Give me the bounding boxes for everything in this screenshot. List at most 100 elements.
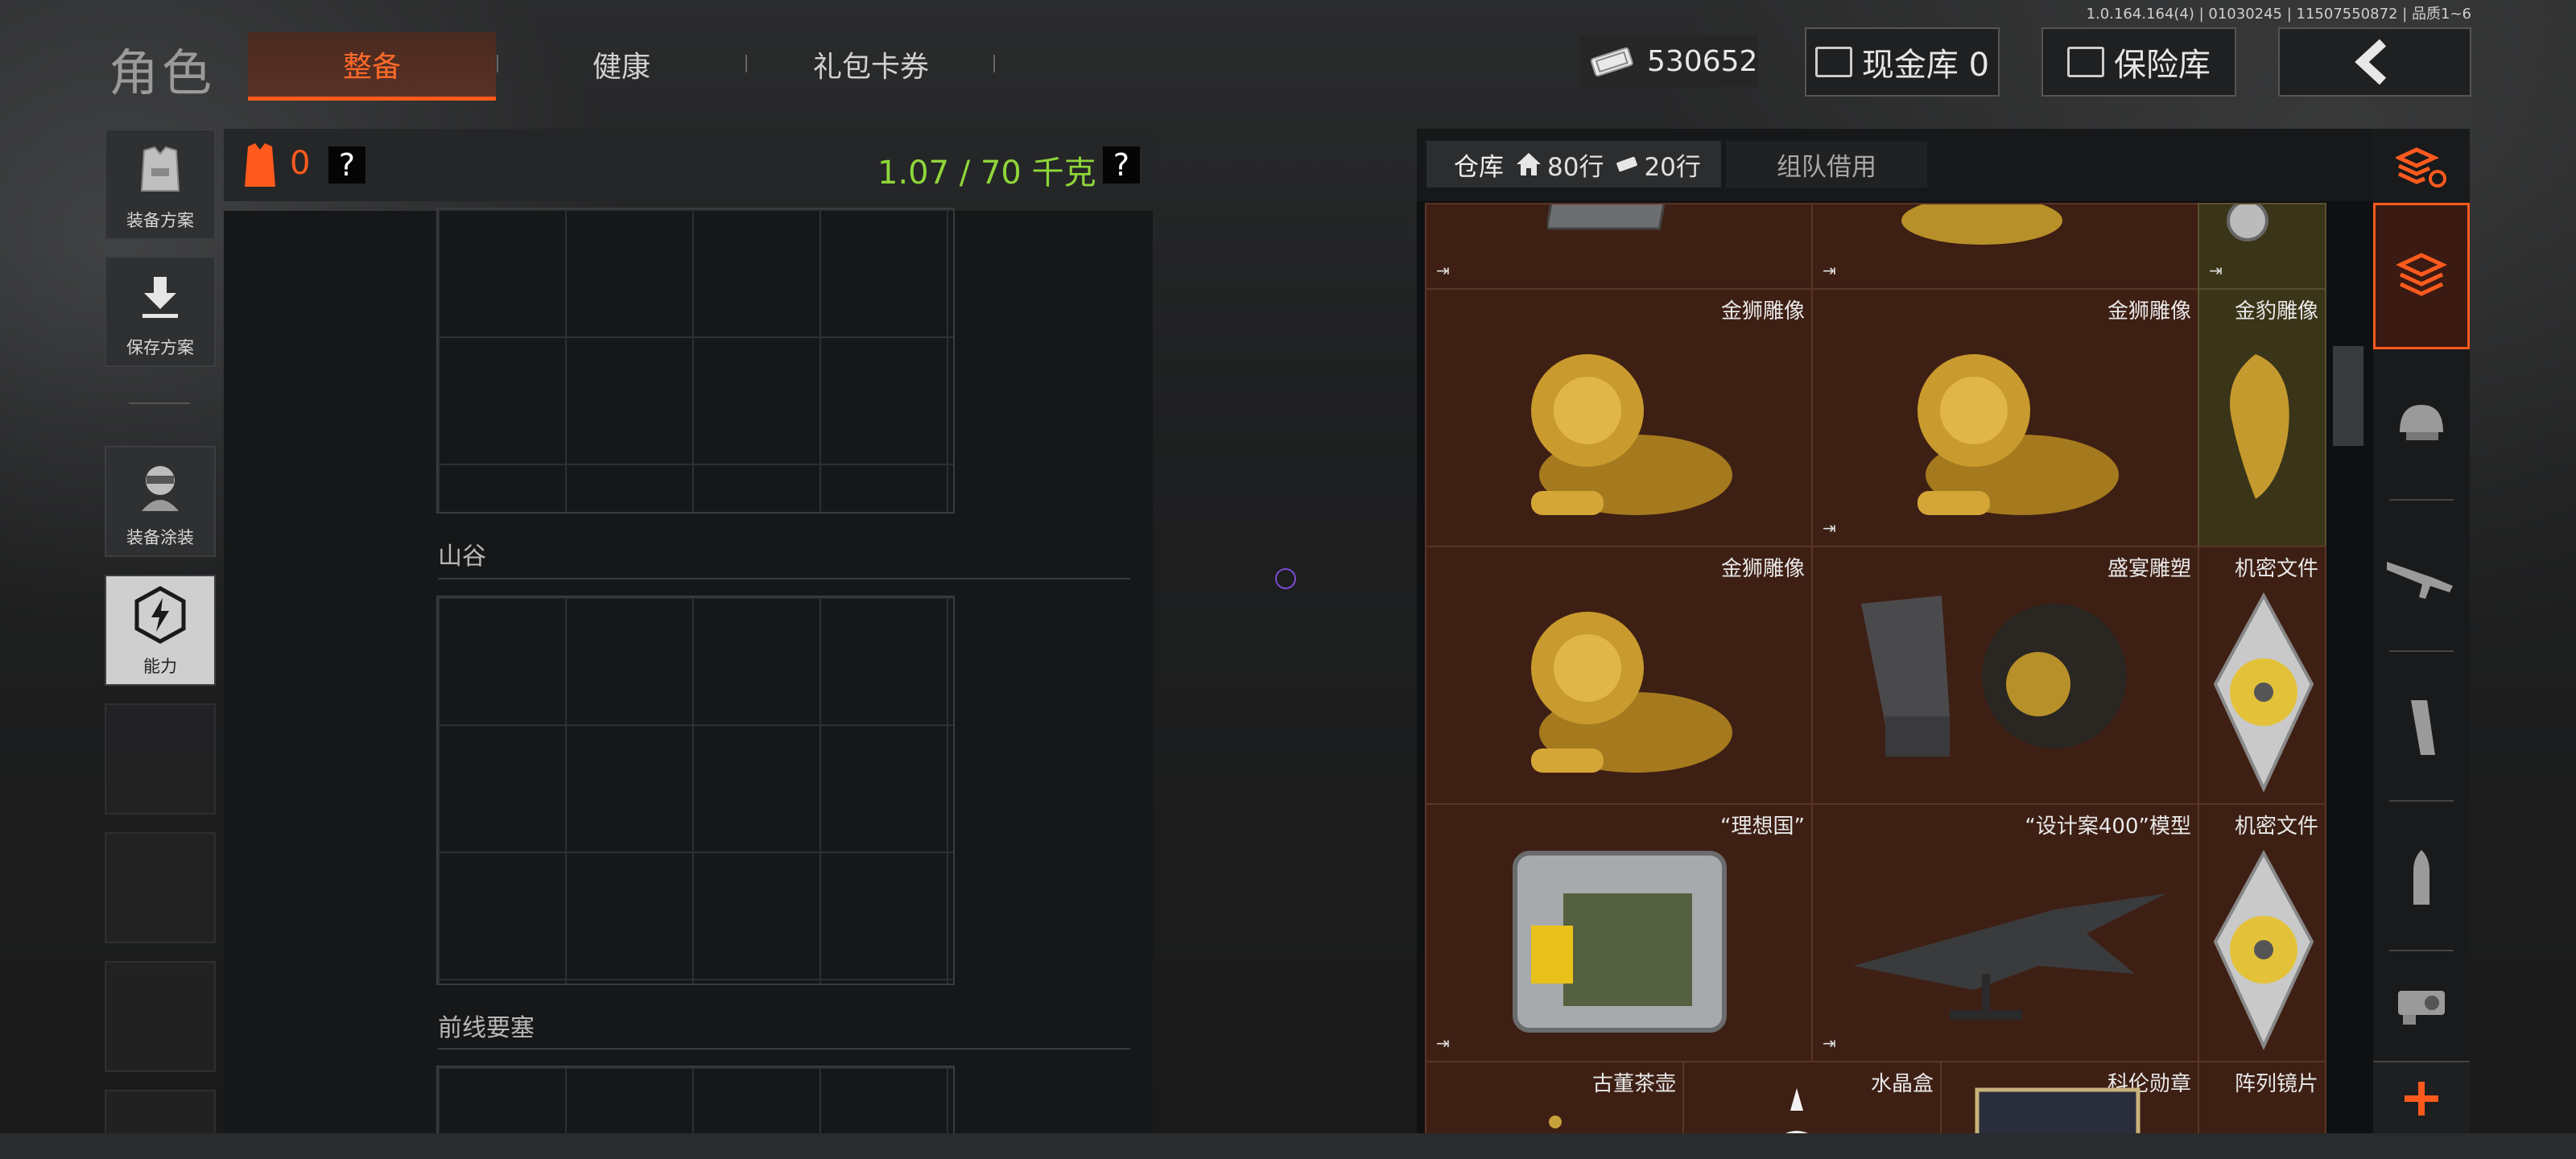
page-title: 角色 <box>109 43 216 102</box>
loadout-body: 山谷 前线要塞 <box>224 208 1153 1148</box>
item-cell[interactable]: ⇥ <box>1425 203 1813 290</box>
item-name: “设计案400”模型 <box>2025 815 2191 839</box>
section-title: 前线要塞 <box>438 1014 535 1042</box>
item-cell[interactable]: ⇥ <box>2198 203 2326 290</box>
exit-icon: ⇥ <box>1823 518 1836 538</box>
ammo-icon <box>2413 850 2429 905</box>
sidebar-item-loadout-plan[interactable]: 装备方案 <box>105 129 216 240</box>
tab-warehouse[interactable]: 仓库 80行 20行 <box>1426 141 1721 188</box>
item-cell[interactable]: “理想国” ⇥ <box>1425 803 1813 1062</box>
sidebar-empty-slot <box>105 1090 216 1136</box>
sidebar-item-save-plan[interactable]: 保存方案 <box>105 256 216 367</box>
item-cell[interactable]: 金狮雕像 <box>1425 546 1813 805</box>
scope-icon <box>2398 991 2445 1025</box>
item-name: “理想国” <box>1720 815 1805 839</box>
section-title: 山谷 <box>438 542 486 571</box>
category-ammo[interactable] <box>2373 806 2470 948</box>
safe-vault-button[interactable]: 保险库 <box>2041 27 2236 97</box>
item-name: 机密文件 <box>2234 815 2318 839</box>
category-helmet[interactable] <box>2373 354 2470 491</box>
gold-lion-icon <box>1531 612 1732 773</box>
item-name: 阵列镜片 <box>2234 1072 2318 1096</box>
feast-sculpture-icon <box>1861 596 2127 757</box>
item-cell[interactable]: 金狮雕像 <box>1425 288 1813 547</box>
tab-label: 礼包卡券 <box>812 51 929 84</box>
warehouse-grid[interactable]: ⇥ ⇥ ⇥ 金狮雕像 金狮雕像 ⇥ 金豹雕像 金狮雕像 盛宴雕塑 机密文件 “理… <box>1425 203 2326 1135</box>
item-cell[interactable]: 阵列镜片 <box>2198 1061 2326 1135</box>
bottom-bar <box>0 1133 2576 1159</box>
item-cell[interactable]: 古董茶壶 <box>1425 1061 1684 1135</box>
item-name: 古董茶壶 <box>1591 1072 1676 1096</box>
sidebar-item-label: 能力 <box>143 657 177 676</box>
category-separator <box>2389 499 2454 501</box>
category-magazine[interactable] <box>2373 657 2470 798</box>
tab-team-borrow[interactable]: 组队借用 <box>1726 141 1927 188</box>
back-button[interactable] <box>2278 27 2471 97</box>
exit-icon: ⇥ <box>1823 261 1836 280</box>
weight-help-button[interactable]: ? <box>1103 146 1140 184</box>
item-name: 机密文件 <box>2234 557 2318 581</box>
weight-value: 1.07 / 70 千克 <box>877 155 1096 192</box>
tab-health[interactable]: 健康 <box>497 32 745 97</box>
item-name: 水晶盒 <box>1870 1072 1934 1096</box>
home-rows: 80行 <box>1547 152 1604 182</box>
sidebar-item-label: 保存方案 <box>126 338 194 357</box>
exit-icon: ⇥ <box>1436 1033 1450 1053</box>
category-rifle[interactable] <box>2373 505 2470 650</box>
rifle-icon <box>2387 562 2453 599</box>
armor-count: 0 <box>290 145 311 182</box>
item-cell[interactable]: 盛宴雕塑 <box>1811 546 2199 805</box>
ability-icon <box>130 576 190 654</box>
gold-lion-icon <box>1531 354 1732 515</box>
tab-label: 整备 <box>342 51 401 84</box>
armor-vest-icon <box>245 143 275 187</box>
exit-icon: ⇥ <box>1436 261 1450 280</box>
gold-leopard-icon <box>2230 354 2289 499</box>
category-separator <box>2389 800 2454 802</box>
crosshair-icon <box>1275 568 1296 589</box>
item-cell[interactable]: 金豹雕像 <box>2198 288 2326 547</box>
item-cell[interactable]: 水晶盒 <box>1682 1061 1942 1135</box>
section-divider <box>438 578 1130 580</box>
stack-refresh-icon[interactable] <box>2373 134 2470 201</box>
vest-icon <box>132 130 188 208</box>
add-category-button[interactable] <box>2373 1061 2470 1135</box>
cash-vault-button[interactable]: 现金库 0 <box>1805 27 2000 97</box>
home-icon <box>1517 153 1541 175</box>
warehouse-scrollbar[interactable] <box>2333 346 2363 446</box>
item-cell[interactable]: 科伦勋章 <box>1940 1061 2199 1135</box>
teapot-icon <box>1549 1116 1562 1128</box>
item-cell[interactable]: 机密文件 <box>2198 803 2326 1062</box>
money-value: 530652 <box>1647 44 1758 78</box>
medal-case-icon <box>1975 1087 2140 1135</box>
sidebar-item-ability[interactable]: 能力 <box>105 575 216 686</box>
sidebar-empty-slot <box>105 832 216 943</box>
sidebar-item-label: 装备涂装 <box>126 528 194 547</box>
loadout-header: 0 ? 1.07 / 70 千克 ? <box>224 129 1153 201</box>
item-cell[interactable]: ⇥ <box>1811 203 2199 290</box>
container-grid[interactable] <box>436 208 955 514</box>
tab-gift-cards[interactable]: 礼包卡券 <box>747 32 995 97</box>
confidential-file-icon <box>2213 849 2314 1050</box>
chevron-left-icon <box>2355 39 2387 85</box>
category-all[interactable] <box>2373 203 2470 349</box>
item-name: 盛宴雕塑 <box>2107 557 2191 581</box>
category-scope[interactable] <box>2373 956 2470 1051</box>
tab-loadout[interactable]: 整备 <box>248 32 496 101</box>
item-cell[interactable]: “设计案400”模型 ⇥ <box>1811 803 2199 1062</box>
magazine-icon <box>2411 700 2435 755</box>
item-name: 金豹雕像 <box>2234 299 2318 324</box>
safe-icon <box>2067 47 2104 77</box>
help-mark: ? <box>1113 147 1130 183</box>
help-mark: ? <box>338 147 356 183</box>
armor-help-button[interactable]: ? <box>328 146 365 184</box>
ticket-icon <box>1616 156 1638 172</box>
item-cell[interactable]: 金狮雕像 ⇥ <box>1811 288 2199 547</box>
exit-icon: ⇥ <box>1823 1033 1836 1053</box>
container-grid[interactable] <box>436 596 955 985</box>
cash-vault-icon <box>1814 47 1852 77</box>
confidential-file-icon <box>2213 592 2314 793</box>
sidebar-item-camo[interactable]: 装备涂装 <box>105 446 216 557</box>
item-cell[interactable]: 机密文件 <box>2198 546 2326 805</box>
section-divider <box>438 1048 1130 1050</box>
